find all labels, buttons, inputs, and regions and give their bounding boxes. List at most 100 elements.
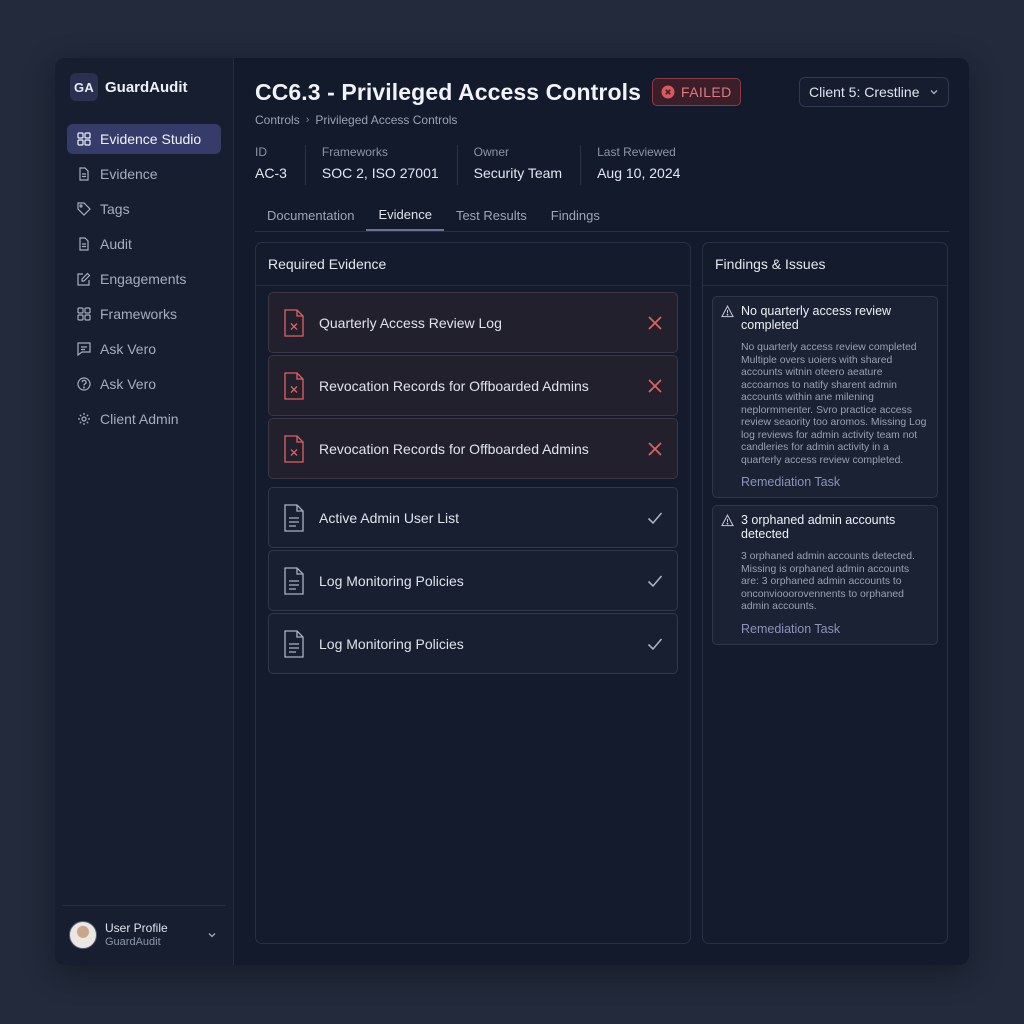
- sidebar-item-label: Client Admin: [100, 411, 179, 427]
- sidebar-item-label: Evidence Studio: [100, 131, 202, 147]
- evidence-item[interactable]: Revocation Records for Offboarded Admins: [268, 355, 678, 416]
- brand-name: GuardAudit: [105, 78, 188, 96]
- sidebar-item-ask-vero[interactable]: Ask Vero: [67, 334, 221, 364]
- evidence-item[interactable]: Log Monitoring Policies: [268, 613, 678, 674]
- gear-icon: [77, 412, 91, 426]
- brand[interactable]: GA GuardAudit: [55, 72, 233, 102]
- close-icon: [648, 315, 662, 330]
- meta-value: SOC 2, ISO 27001: [321, 165, 439, 181]
- evidence-item[interactable]: Log Monitoring Policies: [268, 550, 678, 611]
- meta-last-reviewed: Last Reviewed Aug 10, 2024: [597, 145, 698, 185]
- sidebar-item-label: Frameworks: [100, 306, 178, 322]
- brand-logo: GA: [70, 73, 98, 101]
- evidence-item[interactable]: Quarterly Access Review Log: [268, 292, 678, 353]
- file-error-icon: [284, 434, 304, 463]
- sidebar-item-frameworks[interactable]: Frameworks: [67, 299, 221, 329]
- meta-frameworks: Frameworks SOC 2, ISO 27001: [322, 145, 458, 185]
- file-error-icon: [284, 308, 304, 337]
- grid-icon: [77, 132, 91, 146]
- findings-panel: Findings & Issues No quarterly access re…: [702, 242, 948, 944]
- finding-card: 3 orphaned admin accounts detected 3 orp…: [712, 505, 938, 645]
- sidebar-item-label: Engagements: [100, 271, 187, 287]
- finding-head: 3 orphaned admin accounts detected: [721, 513, 929, 541]
- evidence-list: Quarterly Access Review Log Revocation R…: [256, 286, 690, 674]
- finding-body: No quarterly access review completed Mul…: [741, 342, 927, 466]
- file-text-icon: [284, 629, 304, 658]
- evidence-label: Revocation Records for Offboarded Admins: [319, 440, 589, 457]
- sidebar-item-evidence-studio[interactable]: Evidence Studio: [67, 124, 221, 154]
- tab-test-results[interactable]: Test Results: [444, 199, 539, 231]
- meta-label: Owner: [473, 145, 509, 159]
- sidebar: GA GuardAudit Evidence Studio Evidence T…: [55, 58, 234, 965]
- grid-icon: [77, 307, 91, 321]
- breadcrumb: Controls › Privileged Access Controls: [255, 113, 949, 127]
- meta-value: Security Team: [473, 165, 563, 181]
- evidence-item[interactable]: Revocation Records for Offboarded Admins: [268, 418, 678, 479]
- panels: Required Evidence Quarterly Access Revie…: [255, 242, 949, 944]
- meta-label: ID: [255, 145, 267, 159]
- help-icon: [77, 377, 91, 391]
- sidebar-item-evidence[interactable]: Evidence: [67, 159, 221, 189]
- meta-label: Frameworks: [321, 145, 388, 159]
- evidence-label: Quarterly Access Review Log: [319, 314, 502, 331]
- check-icon: [647, 511, 663, 524]
- sidebar-item-client-admin[interactable]: Client Admin: [67, 404, 221, 434]
- chevron-down-icon[interactable]: [207, 930, 217, 940]
- user-profile[interactable]: User Profile GuardAudit: [63, 905, 225, 951]
- findings-list: No quarterly access review completed No …: [703, 286, 947, 645]
- evidence-label: Log Monitoring Policies: [319, 635, 464, 652]
- warning-icon: [721, 305, 734, 318]
- meta-owner: Owner Security Team: [473, 145, 582, 185]
- breadcrumb-root[interactable]: Controls: [255, 113, 300, 127]
- chevron-right-icon: ›: [305, 114, 310, 126]
- sidebar-item-label: Evidence: [100, 166, 158, 182]
- check-icon: [647, 637, 663, 650]
- warning-icon: [721, 514, 734, 527]
- sidebar-item-engagements[interactable]: Engagements: [67, 264, 221, 294]
- sidebar-item-label: Tags: [100, 201, 130, 217]
- sidebar-item-audit[interactable]: Audit: [67, 229, 221, 259]
- finding-card: No quarterly access review completed No …: [712, 296, 938, 498]
- sidebar-item-label: Audit: [100, 236, 132, 252]
- chevron-down-icon: [930, 90, 938, 95]
- finding-title: No quarterly access review completed: [741, 304, 892, 332]
- title-row: CC6.3 - Privileged Access Controls FAILE…: [255, 77, 949, 107]
- main-content: CC6.3 - Privileged Access Controls FAILE…: [234, 58, 969, 965]
- file-icon: [77, 167, 91, 181]
- panel-title: Findings & Issues: [703, 243, 947, 286]
- remediation-task-link[interactable]: Remediation Task: [741, 475, 929, 489]
- panel-title: Required Evidence: [256, 243, 690, 286]
- finding-title: 3 orphaned admin accounts detected: [741, 513, 896, 541]
- sidebar-item-label: Ask Vero: [100, 341, 157, 357]
- tab-evidence[interactable]: Evidence: [366, 199, 444, 231]
- sidebar-item-tags[interactable]: Tags: [67, 194, 221, 224]
- profile-text: User Profile GuardAudit: [105, 921, 168, 949]
- file-text-icon: [284, 566, 304, 595]
- evidence-label: Log Monitoring Policies: [319, 572, 464, 589]
- meta-value: Aug 10, 2024: [597, 165, 681, 181]
- sidebar-nav: Evidence Studio Evidence Tags Audit Enga…: [55, 124, 233, 434]
- close-icon: [648, 378, 662, 393]
- tag-icon: [77, 202, 91, 216]
- client-select[interactable]: Client 5: Crestline: [799, 77, 949, 107]
- evidence-label: Active Admin User List: [319, 509, 460, 526]
- meta-value: AC-3: [255, 165, 287, 181]
- check-icon: [647, 574, 663, 587]
- evidence-item[interactable]: Active Admin User List: [268, 487, 678, 548]
- tab-findings[interactable]: Findings: [539, 199, 612, 231]
- finding-body: 3 orphaned admin accounts detected. Miss…: [741, 551, 915, 612]
- file-error-icon: [284, 371, 304, 400]
- meta-id: ID AC-3: [255, 145, 306, 185]
- chat-icon: [77, 342, 91, 356]
- remediation-task-link[interactable]: Remediation Task: [741, 622, 929, 636]
- tab-documentation[interactable]: Documentation: [255, 199, 366, 231]
- page-title: CC6.3 - Privileged Access Controls: [255, 78, 642, 105]
- required-evidence-panel: Required Evidence Quarterly Access Revie…: [255, 242, 691, 944]
- control-meta: ID AC-3 Frameworks SOC 2, ISO 27001 Owne…: [255, 145, 949, 185]
- sidebar-item-ask-vero-help[interactable]: Ask Vero: [67, 369, 221, 399]
- breadcrumb-current: Privileged Access Controls: [315, 113, 458, 127]
- status-badge: FAILED: [652, 78, 741, 106]
- app-window: GA GuardAudit Evidence Studio Evidence T…: [55, 58, 969, 965]
- profile-org: GuardAudit: [105, 935, 161, 948]
- client-select-value: Client 5: Crestline: [809, 84, 920, 100]
